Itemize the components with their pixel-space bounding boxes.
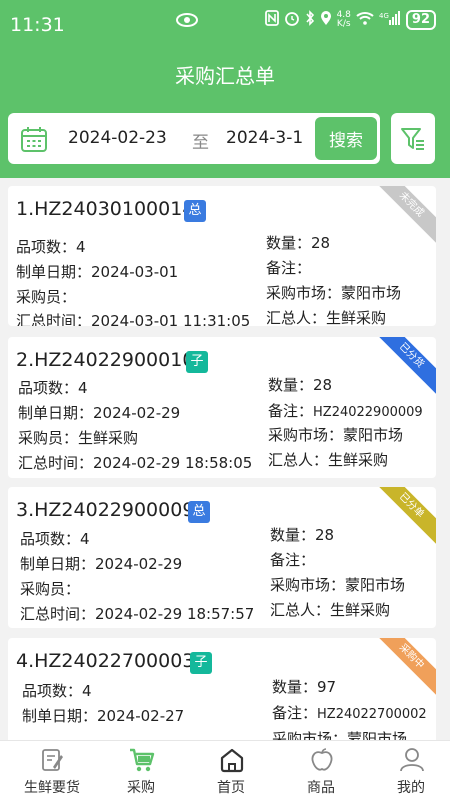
start-date-field[interactable]: 2024-02-23 xyxy=(68,128,167,148)
home-icon xyxy=(220,748,244,773)
tab-label: 生鲜要货 xyxy=(24,780,80,796)
market: 采购市场：蒙阳市场 xyxy=(266,284,402,302)
status-ribbon: 已分货 xyxy=(365,337,436,402)
tab-purchase[interactable]: 采购 xyxy=(96,741,186,800)
item-count: 品项数：4 xyxy=(20,530,90,548)
order-number: 2.HZ24022900010 xyxy=(16,349,195,371)
quantity: 数量：28 xyxy=(266,234,331,252)
order-card[interactable]: 4.HZ24022700003 子 采购中 品项数：4 数量：97 制单日期：2… xyxy=(8,638,436,740)
market: 采购市场：蒙阳市场 xyxy=(268,426,404,444)
tab-mine[interactable]: 我的 xyxy=(366,741,450,800)
tab-label: 采购 xyxy=(127,780,155,796)
buyer: 采购员： xyxy=(20,580,81,598)
create-date: 制单日期：2024-02-27 xyxy=(22,707,185,725)
status-bar: 11:31 4.8 K/s 4G 92 xyxy=(0,0,450,50)
buyer: 采购员： xyxy=(16,288,77,306)
date-range-separator: 至 xyxy=(192,133,209,153)
remark: 备注：HZ24022700002 xyxy=(272,704,427,722)
tab-label: 首页 xyxy=(217,780,245,796)
item-count: 品项数：4 xyxy=(18,379,88,397)
order-list: 1.HZ24030100014 总 未完成 品项数：4 数量：28 制单日期：2… xyxy=(0,178,450,740)
remark: 备注： xyxy=(266,259,312,277)
edit-note-icon xyxy=(42,749,63,771)
summarizer: 汇总人：生鲜采购 xyxy=(266,309,387,326)
page-title: 采购汇总单 xyxy=(175,64,275,88)
market: 采购市场：蒙阳市场 xyxy=(270,576,406,594)
tab-label: 商品 xyxy=(307,780,335,796)
remark: 备注：HZ24022900009 xyxy=(268,402,423,420)
svg-text:4G: 4G xyxy=(379,12,389,20)
order-card[interactable]: 3.HZ24022900009 总 已分单 品项数：4 数量：28 制单日期：2… xyxy=(8,487,436,628)
tab-fresh-request[interactable]: 生鲜要货 xyxy=(7,741,97,800)
remark: 备注： xyxy=(270,551,316,569)
summarizer: 汇总人：生鲜采购 xyxy=(268,451,389,469)
order-type-tag: 总 xyxy=(184,200,206,222)
quantity: 数量：28 xyxy=(270,526,335,544)
summarizer: 汇总人：生鲜采购 xyxy=(270,601,391,619)
item-count: 品项数：4 xyxy=(22,682,92,700)
tab-label: 我的 xyxy=(397,780,425,796)
item-count: 品项数：4 xyxy=(16,238,86,256)
status-icons: 4.8 K/s 4G 92 xyxy=(264,10,436,30)
eye-icon xyxy=(176,12,198,33)
quantity: 数量：28 xyxy=(268,376,333,394)
network-speed: 4.8 K/s xyxy=(336,10,351,29)
market: 采购市场：蒙阳市场 xyxy=(272,730,408,740)
quantity: 数量：97 xyxy=(272,678,337,696)
cart-icon xyxy=(130,748,155,772)
order-number: 1.HZ24030100014 xyxy=(16,198,195,220)
status-ribbon: 采购中 xyxy=(365,638,436,703)
create-date: 制单日期：2024-02-29 xyxy=(20,555,183,573)
battery-indicator: 92 xyxy=(405,10,436,30)
search-button[interactable]: 搜索 xyxy=(315,117,377,160)
filter-button[interactable] xyxy=(391,113,435,164)
tab-home[interactable]: 首页 xyxy=(186,741,276,800)
order-number: 3.HZ24022900009 xyxy=(16,499,195,521)
cellular-signal-icon: 4G xyxy=(379,11,401,29)
filter-icon xyxy=(401,128,424,150)
order-card[interactable]: 1.HZ24030100014 总 未完成 品项数：4 数量：28 制单日期：2… xyxy=(8,186,436,326)
end-date-field[interactable]: 2024-3-1 xyxy=(226,128,303,148)
summary-time: 汇总时间：2024-03-01 11:31:05 xyxy=(16,312,251,326)
alarm-icon xyxy=(284,10,300,30)
user-icon xyxy=(400,748,424,772)
bottom-tab-bar: 生鲜要货 采购 首页 商品 我的 xyxy=(0,740,450,800)
location-icon xyxy=(320,10,332,30)
buyer: 采购员：生鲜采购 xyxy=(18,429,139,447)
nfc-icon xyxy=(264,10,279,30)
tab-products[interactable]: 商品 xyxy=(276,741,366,800)
header: 11:31 4.8 K/s 4G 92 采购汇总单 2024-02-23 至 2… xyxy=(0,0,450,178)
order-number: 4.HZ24022700003 xyxy=(16,650,195,672)
wifi-icon xyxy=(356,11,374,29)
status-ribbon: 已分单 xyxy=(365,487,436,552)
bluetooth-icon xyxy=(305,10,315,30)
order-type-tag: 总 xyxy=(188,501,210,523)
date-range-search: 2024-02-23 至 2024-3-1 搜索 xyxy=(8,113,380,164)
order-type-tag: 子 xyxy=(186,351,208,373)
order-card[interactable]: 2.HZ24022900010 子 已分货 品项数：4 数量：28 制单日期：2… xyxy=(8,337,436,478)
order-type-tag: 子 xyxy=(190,652,212,674)
product-icon xyxy=(311,748,333,771)
status-time: 11:31 xyxy=(10,14,65,36)
summary-time: 汇总时间：2024-02-29 18:58:05 xyxy=(18,454,253,472)
summary-time: 汇总时间：2024-02-29 18:57:57 xyxy=(20,605,255,623)
create-date: 制单日期：2024-02-29 xyxy=(18,404,181,422)
status-ribbon: 未完成 xyxy=(365,186,436,251)
calendar-icon[interactable] xyxy=(20,125,48,153)
create-date: 制单日期：2024-03-01 xyxy=(16,263,179,281)
